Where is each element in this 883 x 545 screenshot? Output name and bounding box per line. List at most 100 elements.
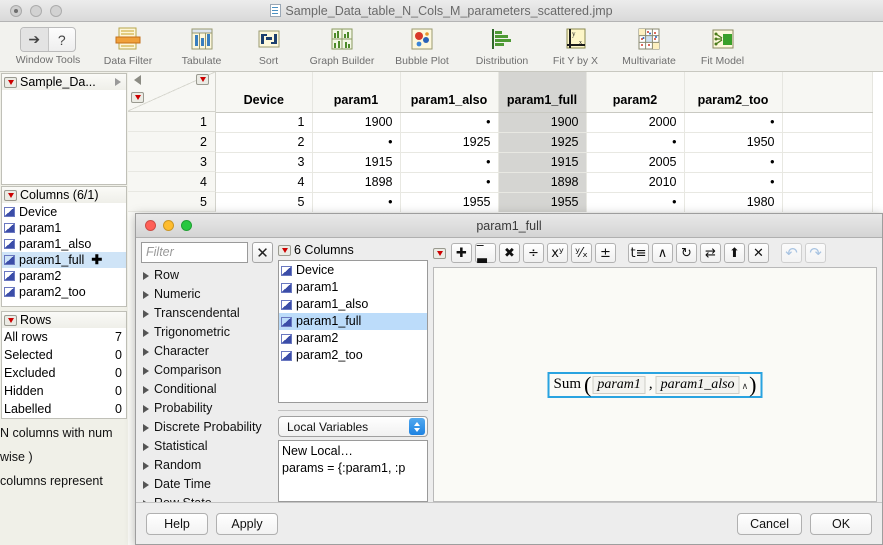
sign-toggle-icon[interactable]: ± bbox=[595, 243, 616, 263]
rows-panel-header[interactable]: Rows bbox=[2, 312, 126, 328]
cell[interactable]: 1915 bbox=[312, 152, 401, 173]
cell[interactable]: 1950 bbox=[684, 132, 783, 153]
cell[interactable]: 1915 bbox=[498, 152, 587, 173]
cell[interactable]: 5 bbox=[216, 192, 313, 212]
dialog-column-param2-too[interactable]: param2_too bbox=[279, 347, 427, 364]
sidebar-column-param1-full[interactable]: param1_full ✚ bbox=[2, 252, 126, 268]
cell[interactable]: 1925 bbox=[498, 132, 587, 153]
arrow-tool-icon[interactable]: ➔ bbox=[21, 28, 49, 51]
row-number[interactable]: 2 bbox=[128, 132, 216, 152]
table-row[interactable]: 1 1900 • 1900 2000 • bbox=[216, 112, 873, 133]
column-header-param1-also[interactable]: param1_also bbox=[400, 72, 499, 113]
rotate-left-icon[interactable]: ↻ bbox=[676, 243, 697, 263]
sidebar-column-param2-too[interactable]: param2_too bbox=[2, 284, 126, 300]
toolbar-item-graph-builder[interactable]: Graph Builder bbox=[302, 22, 382, 67]
swap-icon[interactable]: ⇄ bbox=[700, 243, 721, 263]
function-category-numeric[interactable]: Numeric bbox=[141, 285, 273, 304]
cell[interactable]: 2000 bbox=[586, 112, 685, 133]
cell[interactable]: 1898 bbox=[498, 172, 587, 193]
formula-argument-2[interactable]: param1_also bbox=[655, 375, 740, 394]
function-category-random[interactable]: Random bbox=[141, 456, 273, 475]
help-button[interactable]: Help bbox=[146, 512, 208, 535]
sidebar-column-device[interactable]: Device bbox=[2, 204, 126, 220]
function-category-statistical[interactable]: Statistical bbox=[141, 437, 273, 456]
column-header-param1-full[interactable]: param1_full bbox=[498, 72, 587, 113]
function-category-trigonometric[interactable]: Trigonometric bbox=[141, 323, 273, 342]
row-number[interactable]: 1 bbox=[128, 112, 216, 132]
local-variables-dropdown[interactable]: Local Variables bbox=[278, 416, 428, 437]
formula-argument-1[interactable]: param1 bbox=[592, 375, 646, 394]
dialog-column-param2[interactable]: param2 bbox=[279, 330, 427, 347]
cell[interactable]: 4 bbox=[216, 172, 313, 193]
cell[interactable]: • bbox=[400, 112, 499, 133]
sidebar-column-param1-also[interactable]: param1_also bbox=[2, 236, 126, 252]
stepper-icon[interactable] bbox=[409, 418, 425, 435]
peel-icon[interactable]: ∧ bbox=[652, 243, 673, 263]
cell[interactable]: 2 bbox=[216, 132, 313, 153]
cell[interactable]: • bbox=[586, 132, 685, 153]
red-triangle-menu-icon[interactable] bbox=[278, 244, 291, 256]
local-variable-params[interactable]: params = {:param1, :p bbox=[282, 460, 424, 477]
root-icon[interactable]: ʸ⁄ₓ bbox=[571, 243, 592, 263]
cell[interactable]: • bbox=[400, 152, 499, 173]
add-icon[interactable]: ✚ bbox=[451, 243, 472, 263]
cell[interactable]: • bbox=[312, 192, 401, 212]
red-triangle-menu-icon[interactable] bbox=[4, 189, 17, 201]
function-category-comparison[interactable]: Comparison bbox=[141, 361, 273, 380]
function-category-probability[interactable]: Probability bbox=[141, 399, 273, 418]
function-category-row-state[interactable]: Row State bbox=[141, 494, 273, 502]
cell[interactable]: 1898 bbox=[312, 172, 401, 193]
dialog-columns-header[interactable]: 6 Columns bbox=[278, 242, 428, 258]
formula-plus-icon[interactable]: ✚ bbox=[91, 252, 102, 268]
dialog-column-device[interactable]: Device bbox=[279, 262, 427, 279]
function-category-transcendental[interactable]: Transcendental bbox=[141, 304, 273, 323]
row-number[interactable]: 5 bbox=[128, 192, 216, 212]
cell[interactable]: 1955 bbox=[498, 192, 587, 212]
redo-icon[interactable]: ↷ bbox=[805, 243, 826, 263]
cell[interactable]: 3 bbox=[216, 152, 313, 173]
row-number[interactable]: 4 bbox=[128, 172, 216, 192]
column-header-param1[interactable]: param1 bbox=[312, 72, 401, 113]
cell[interactable]: • bbox=[684, 152, 783, 173]
dialog-column-param1-full[interactable]: param1_full bbox=[279, 313, 427, 330]
toolbar-item-window-tools[interactable]: ➔ ? Window Tools bbox=[8, 22, 88, 66]
cell[interactable]: 1900 bbox=[312, 112, 401, 133]
cell[interactable]: • bbox=[312, 132, 401, 153]
formula-expression[interactable]: Sum ( param1 , param1_also ∧ ) bbox=[547, 371, 763, 398]
column-header-param2-too[interactable]: param2_too bbox=[684, 72, 783, 113]
cell[interactable]: • bbox=[400, 172, 499, 193]
column-header-param2[interactable]: param2 bbox=[586, 72, 685, 113]
red-triangle-menu-icon[interactable] bbox=[4, 76, 17, 88]
dialog-column-param1-also[interactable]: param1_also bbox=[279, 296, 427, 313]
delete-icon[interactable]: ✕ bbox=[748, 243, 769, 263]
toolbar-item-fit-model[interactable]: Fit Model bbox=[689, 22, 756, 67]
collapse-triangle-icon[interactable] bbox=[134, 75, 141, 85]
chevron-right-icon[interactable] bbox=[115, 78, 121, 86]
insert-icon[interactable]: t≡ bbox=[628, 243, 649, 263]
clear-filter-icon[interactable]: ✕ bbox=[252, 242, 273, 263]
cell[interactable]: 2005 bbox=[586, 152, 685, 173]
exponent-icon[interactable]: xʸ bbox=[547, 243, 568, 263]
cell[interactable]: 1 bbox=[216, 112, 313, 133]
undo-icon[interactable]: ↶ bbox=[781, 243, 802, 263]
column-header-device[interactable]: Device bbox=[216, 72, 313, 113]
rows-menu-icon[interactable] bbox=[131, 92, 144, 103]
toolbar-item-multivariate[interactable]: Multivariate bbox=[609, 22, 689, 67]
toolbar-item-fit-y-by-x[interactable]: y x Fit Y by X bbox=[542, 22, 609, 67]
function-category-row[interactable]: Row bbox=[141, 266, 273, 285]
cell[interactable]: • bbox=[586, 192, 685, 212]
red-triangle-menu-icon[interactable] bbox=[433, 247, 446, 259]
toolbar-item-tabulate[interactable]: Tabulate bbox=[168, 22, 235, 67]
cell[interactable]: 1900 bbox=[498, 112, 587, 133]
table-row[interactable]: 4 1898 • 1898 2010 • bbox=[216, 172, 873, 193]
table-panel-header[interactable]: Sample_Da... bbox=[2, 74, 126, 90]
help-tool-icon[interactable]: ? bbox=[49, 28, 76, 51]
toolbar-item-sort[interactable]: Sort bbox=[235, 22, 302, 67]
function-category-date-time[interactable]: Date Time bbox=[141, 475, 273, 494]
table-row[interactable]: 3 1915 • 1915 2005 • bbox=[216, 152, 873, 173]
sidebar-column-param1[interactable]: param1 bbox=[2, 220, 126, 236]
sidebar-column-param2[interactable]: param2 bbox=[2, 268, 126, 284]
local-variable-new[interactable]: New Local… bbox=[282, 443, 424, 460]
ok-button[interactable]: OK bbox=[810, 512, 872, 535]
function-category-conditional[interactable]: Conditional bbox=[141, 380, 273, 399]
